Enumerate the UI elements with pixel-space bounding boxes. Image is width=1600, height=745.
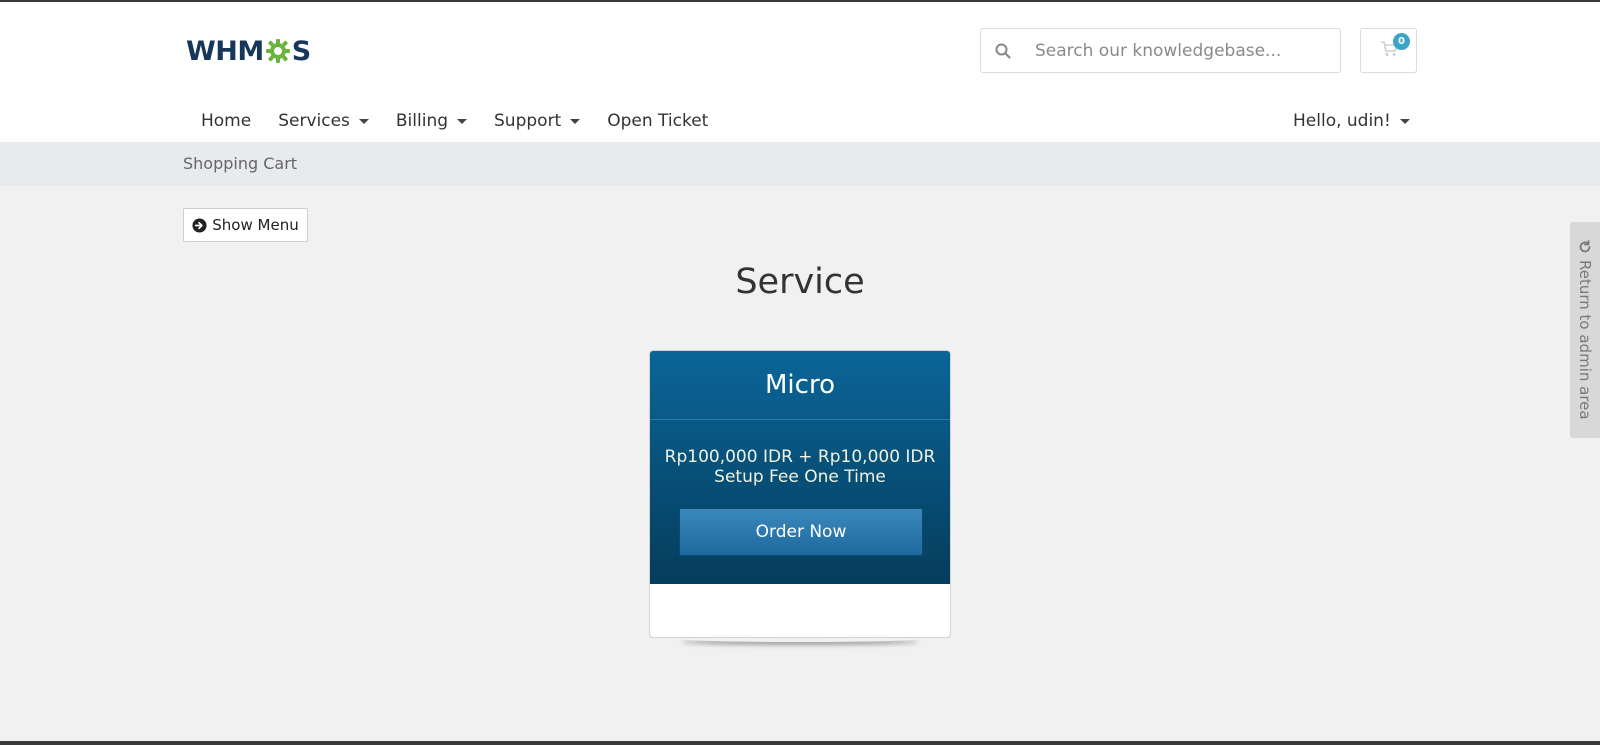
page-title: Service [735,262,865,302]
product-name: Micro [650,351,950,420]
nav-item-home[interactable]: Home [201,111,251,131]
search-icon[interactable] [981,43,1025,59]
arrow-circle-right-icon [192,217,207,233]
return-to-admin-label: Return to admin area [1576,260,1594,420]
return-to-admin-tab[interactable]: Return to admin area [1570,222,1600,438]
nav-item-billing[interactable]: Billing [395,111,468,131]
search-input[interactable] [1035,40,1335,61]
whmcs-logo[interactable]: WHM S [186,34,311,68]
logo-text-prefix: WHM [186,35,264,67]
gear-icon [265,38,291,64]
nav-item-label: Open Ticket [607,111,709,131]
card-shadow [682,636,918,642]
nav-item-support[interactable]: Support [494,111,581,131]
bottom-border [0,741,1600,745]
user-account-menu[interactable]: Hello, udin! [1293,106,1410,136]
show-menu-button[interactable]: Show Menu [183,208,308,242]
product-card: Micro Rp100,000 IDR + Rp10,000 IDR Setup… [649,350,951,638]
site-header: WHM S Search our knowledgebase... 0 Home… [0,2,1600,142]
product-price: Rp100,000 IDR + Rp10,000 IDR Setup Fee O… [650,447,950,487]
caret-down-icon [358,118,369,124]
order-now-button[interactable]: Order Now [679,508,923,556]
nav-item-label: Home [201,111,252,131]
cart-button[interactable]: 0 [1360,28,1417,73]
nav-item-services[interactable]: Services [278,111,369,131]
nav-item-label: Services [278,111,350,131]
nav-item-label: Billing [395,111,449,131]
price-line-2: Setup Fee One Time [714,467,886,487]
knowledgebase-search [980,28,1341,73]
product-body: Rp100,000 IDR + Rp10,000 IDR Setup Fee O… [650,420,950,584]
caret-down-icon [1399,118,1410,124]
caret-down-icon [457,118,468,124]
user-greeting: Hello, udin! [1293,111,1391,131]
breadcrumb-current: Shopping Cart [183,154,298,173]
breadcrumb-bar: Shopping Cart [0,142,1600,186]
nav-item-label: Support [494,111,562,131]
price-line-1: Rp100,000 IDR + Rp10,000 IDR [664,447,936,467]
main-nav: Home Services Billing Support Open Ticke… [186,106,735,136]
cart-count-badge: 0 [1393,33,1410,50]
caret-down-icon [570,118,581,124]
logo-text-suffix: S [291,35,311,67]
nav-item-open-ticket[interactable]: Open Ticket [607,111,708,131]
show-menu-label: Show Menu [212,216,299,234]
refresh-icon [1578,240,1592,254]
